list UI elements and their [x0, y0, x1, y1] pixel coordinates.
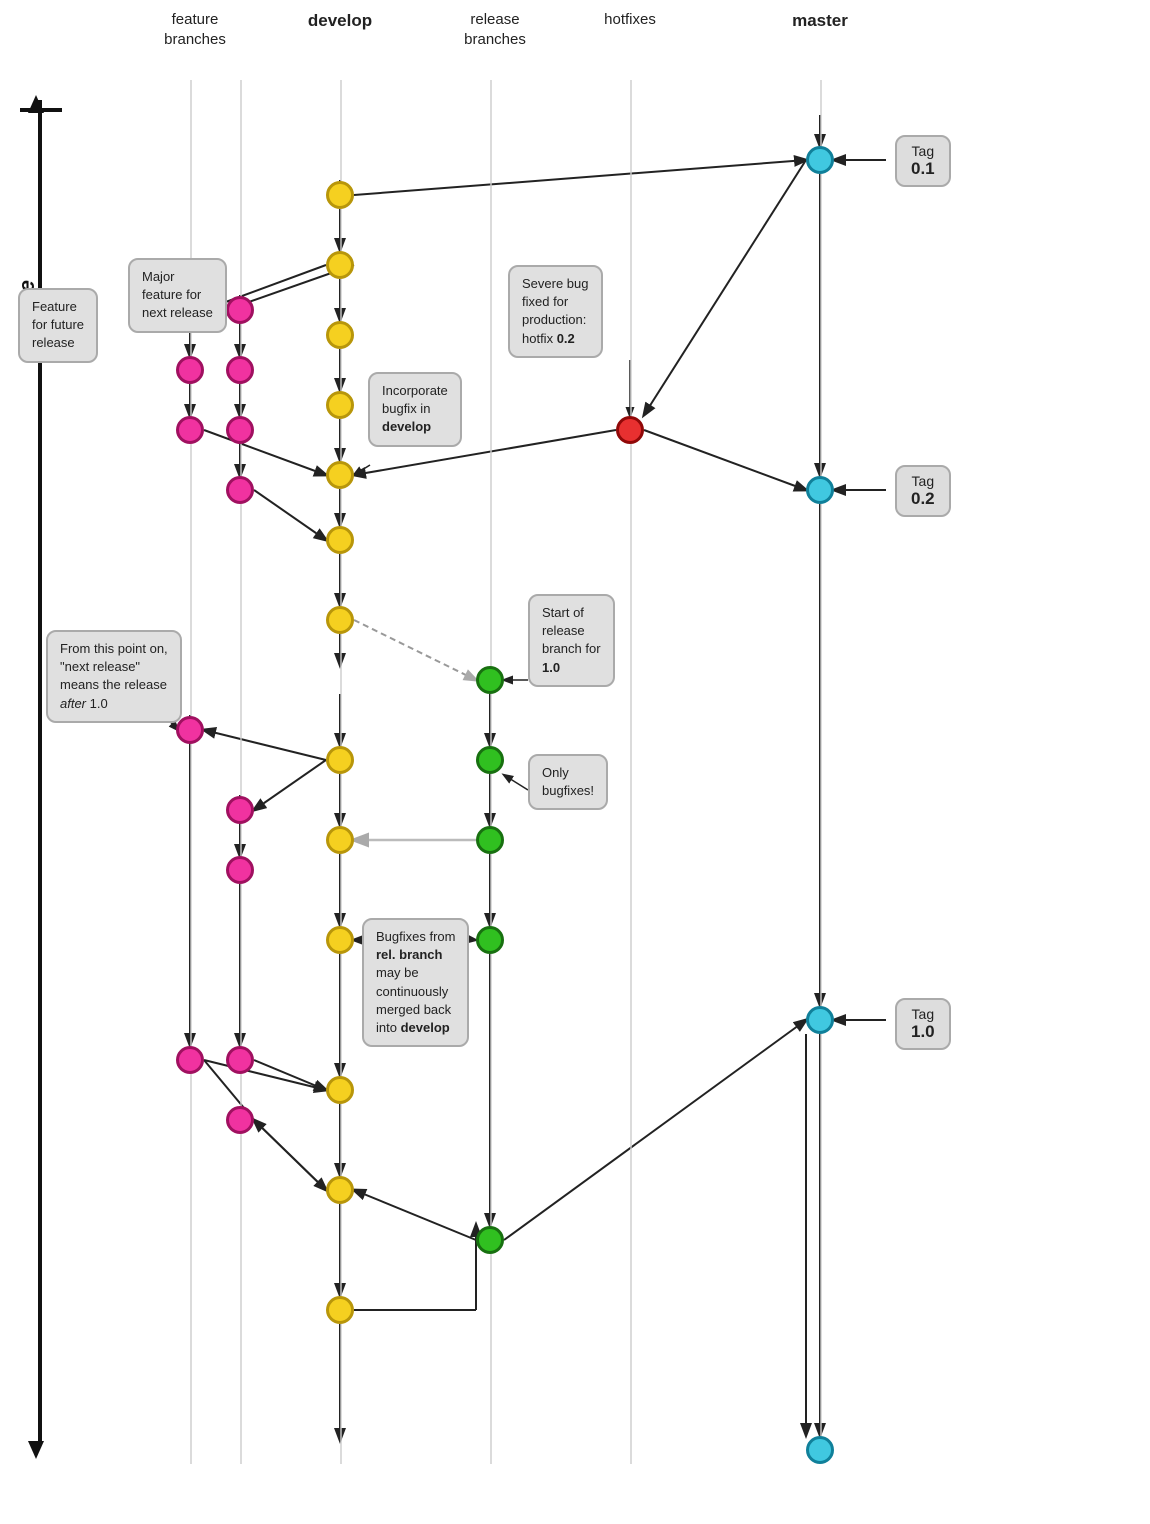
node-m1 [806, 146, 834, 174]
time-arrow-bottom [28, 1441, 44, 1459]
node-f1c [176, 416, 204, 444]
node-d12 [326, 1176, 354, 1204]
node-m4 [806, 1436, 834, 1464]
header-release: release branches [445, 10, 545, 49]
node-m3 [806, 1006, 834, 1034]
node-f2h [226, 1106, 254, 1134]
node-rel3 [476, 826, 504, 854]
header-develop: develop [295, 10, 385, 32]
header-feature: feature branches [145, 10, 245, 49]
node-rel2 [476, 746, 504, 774]
col-line-hotfixes [630, 80, 632, 1464]
col-line-master [820, 80, 822, 1464]
callout-only-bugfixes: Onlybugfixes! [528, 754, 608, 810]
node-f2d [226, 476, 254, 504]
node-rel4 [476, 926, 504, 954]
callout-major-feature: Majorfeature fornext release [128, 258, 227, 333]
node-f2f [226, 856, 254, 884]
tag-02: Tag 0.2 [895, 465, 951, 517]
diagram-container: Time feature branches develop release br… [0, 0, 1150, 1524]
node-d6 [326, 526, 354, 554]
node-d4 [326, 391, 354, 419]
node-d10 [326, 926, 354, 954]
header-master: master [775, 10, 865, 32]
callout-next-release: From this point on,"next release"means t… [46, 630, 182, 723]
node-d8 [326, 746, 354, 774]
node-f2b [226, 356, 254, 384]
node-f1b [176, 356, 204, 384]
tag-01: Tag 0.1 [895, 135, 951, 187]
node-f2c [226, 416, 254, 444]
node-m2 [806, 476, 834, 504]
col-line-feature2 [240, 80, 242, 1464]
node-rel5 [476, 1226, 504, 1254]
node-d5 [326, 461, 354, 489]
time-notch [20, 108, 62, 112]
node-d13 [326, 1296, 354, 1324]
tag-10: Tag 1.0 [895, 998, 951, 1050]
node-f1d [176, 716, 204, 744]
node-d3 [326, 321, 354, 349]
node-f2e [226, 796, 254, 824]
callout-start-release: Start ofreleasebranch for1.0 [528, 594, 615, 687]
header-hotfixes: hotfixes [585, 10, 675, 30]
callout-feature-future: Featurefor futurerelease [18, 288, 98, 363]
node-f1e [176, 1046, 204, 1074]
callout-severe-bug: Severe bugfixed forproduction:hotfix 0.2 [508, 265, 603, 358]
node-d9 [326, 826, 354, 854]
node-rel1 [476, 666, 504, 694]
node-d11 [326, 1076, 354, 1104]
callout-incorporate: Incorporatebugfix indevelop [368, 372, 462, 447]
node-f2a [226, 296, 254, 324]
node-hot1 [616, 416, 644, 444]
node-d2 [326, 251, 354, 279]
node-d7 [326, 606, 354, 634]
node-f2g [226, 1046, 254, 1074]
callout-bugfixes-merged: Bugfixes fromrel. branchmay becontinuous… [362, 918, 469, 1047]
node-d1 [326, 181, 354, 209]
